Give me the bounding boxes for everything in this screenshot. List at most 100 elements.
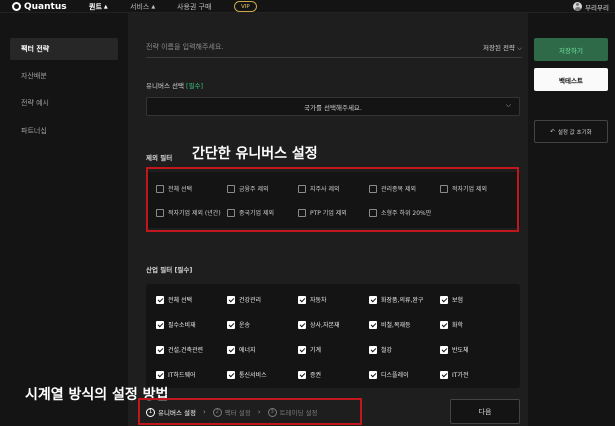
annotation-universe-caption: 간단한 유니버스 설정 bbox=[192, 146, 318, 162]
checkbox-industry-insurance[interactable]: 보험 bbox=[440, 295, 463, 304]
save-button[interactable]: 저장하기 bbox=[534, 38, 608, 61]
checkbox-label: 비철,목재등 bbox=[381, 322, 411, 329]
nav-menu-label: 퀀트 bbox=[89, 2, 102, 11]
checkbox-industry-semiconductor[interactable]: 반도체 bbox=[440, 345, 469, 354]
universe-label: 유니버스 선택 [필수] bbox=[146, 80, 203, 90]
checkbox-checked-icon bbox=[369, 370, 377, 379]
checkbox-checked-icon bbox=[227, 345, 235, 354]
checkbox-checked-icon bbox=[440, 370, 448, 379]
strategy-name-row: 전략 이름을 입력해주세요. 저장된 전략 ⌵ bbox=[146, 38, 522, 58]
checkbox-label: IT가전 bbox=[452, 372, 469, 379]
checkbox-label: IT하드웨어 bbox=[168, 372, 196, 379]
checkbox-label: 화장품,의류,완구 bbox=[381, 297, 424, 304]
checkbox-checked-icon bbox=[227, 370, 235, 379]
checkbox-industry-securities[interactable]: 증권 bbox=[298, 370, 321, 379]
checkbox-label: 통신서비스 bbox=[239, 372, 267, 379]
checkbox-label: 운송 bbox=[239, 322, 251, 329]
nav-menu-service[interactable]: 서비스 ▲ bbox=[130, 0, 155, 13]
sidebar: 팩터 전략 자산배분 전략 예시 파트너십 bbox=[0, 13, 128, 426]
checkbox-industry-chemical[interactable]: 화학 bbox=[440, 320, 463, 329]
user-avatar-icon bbox=[573, 2, 583, 11]
checkbox-label: 증권 bbox=[310, 372, 322, 379]
annotation-exclusion-highlight bbox=[146, 167, 519, 232]
checkbox-label: 반도체 bbox=[452, 347, 469, 354]
strategy-name-input[interactable]: 전략 이름을 입력해주세요. bbox=[146, 42, 224, 52]
reset-icon: ↶ bbox=[550, 128, 555, 135]
checkbox-industry-nonferrous[interactable]: 비철,목재등 bbox=[369, 320, 411, 329]
sidebar-item-asset-allocation[interactable]: 자산배분 bbox=[10, 65, 118, 87]
checkbox-checked-icon bbox=[369, 295, 377, 304]
checkbox-industry-it-hardware[interactable]: IT하드웨어 bbox=[156, 370, 196, 379]
checkbox-checked-icon bbox=[440, 345, 448, 354]
vip-badge[interactable]: VIP bbox=[234, 1, 257, 12]
caret-up-icon: ▲ bbox=[103, 3, 108, 10]
sidebar-item-factor-strategy[interactable]: 팩터 전략 bbox=[10, 38, 118, 60]
saved-strategy-label: 저장된 전략 bbox=[483, 44, 515, 52]
nav-menu-quant[interactable]: 퀀트 ▲ bbox=[89, 0, 108, 13]
exclusion-filter-title: 제외 필터 bbox=[146, 154, 173, 162]
backtest-button[interactable]: 백테스트 bbox=[534, 68, 608, 91]
checkbox-checked-icon bbox=[369, 345, 377, 354]
country-select-placeholder: 국가를 선택해주세요. bbox=[304, 103, 362, 112]
checkbox-industry-telecom[interactable]: 통신서비스 bbox=[227, 370, 267, 379]
checkbox-checked-icon bbox=[298, 320, 306, 329]
universe-label-text: 유니버스 선택 bbox=[146, 82, 184, 90]
nav-menu-label: 서비스 bbox=[130, 2, 150, 11]
checkbox-checked-icon bbox=[369, 320, 377, 329]
annotation-stepper-highlight bbox=[138, 398, 362, 425]
logo-text: Quantus bbox=[24, 1, 67, 12]
checkbox-checked-icon bbox=[227, 320, 235, 329]
checkbox-industry-steel[interactable]: 철강 bbox=[369, 345, 392, 354]
reset-label: 설정 값 초기화 bbox=[557, 129, 592, 136]
sidebar-item-partnership[interactable]: 파트너십 bbox=[10, 120, 118, 142]
checkbox-label: 디스플레이 bbox=[381, 372, 409, 379]
user-name: 부리부리 bbox=[585, 3, 609, 12]
checkbox-checked-icon bbox=[440, 295, 448, 304]
checkbox-label: 건설,건축관련 bbox=[168, 347, 204, 354]
user-menu[interactable]: 부리부리 bbox=[573, 0, 609, 13]
checkbox-industry-display[interactable]: 디스플레이 bbox=[369, 370, 409, 379]
checkbox-industry-trading[interactable]: 상사,자본재 bbox=[298, 320, 340, 329]
industry-filter-title: 산업 필터 [필수] bbox=[146, 266, 193, 274]
checkbox-industry-transport[interactable]: 운송 bbox=[227, 320, 250, 329]
country-select[interactable]: 국가를 선택해주세요. ⌵ bbox=[146, 97, 520, 116]
checkbox-checked-icon bbox=[156, 345, 164, 354]
chevron-down-icon: ⌵ bbox=[505, 101, 511, 109]
checkbox-checked-icon bbox=[298, 295, 306, 304]
saved-strategy-dropdown[interactable]: 저장된 전략 ⌵ bbox=[483, 42, 522, 53]
checkbox-industry-machinery[interactable]: 기계 bbox=[298, 345, 321, 354]
checkbox-industry-cosmetics[interactable]: 화장품,의류,완구 bbox=[369, 295, 423, 304]
checkbox-label: 기계 bbox=[310, 347, 322, 354]
checkbox-industry-staples[interactable]: 필수소비재 bbox=[156, 320, 196, 329]
logo[interactable]: Quantus bbox=[12, 0, 67, 13]
checkbox-label: 보험 bbox=[452, 297, 464, 304]
logo-icon bbox=[12, 2, 21, 11]
checkbox-checked-icon bbox=[298, 345, 306, 354]
nav-menu-label: 사용권 구매 bbox=[177, 2, 212, 11]
industry-filter-box: 전체 선택 건강관리 자동차 화장품,의류,완구 보험 필수소비재 운송 상사,… bbox=[146, 284, 520, 388]
checkbox-label: 전체 선택 bbox=[168, 297, 192, 304]
checkbox-label: 상사,자본재 bbox=[310, 322, 340, 329]
checkbox-industry-it-appliance[interactable]: IT가전 bbox=[440, 370, 468, 379]
checkbox-industry-auto[interactable]: 자동차 bbox=[298, 295, 327, 304]
nav-menu-license[interactable]: 사용권 구매 bbox=[177, 0, 211, 13]
checkbox-industry-healthcare[interactable]: 건강관리 bbox=[227, 295, 261, 304]
checkbox-label: 건강관리 bbox=[239, 297, 262, 304]
required-tag: [필수] bbox=[186, 82, 204, 90]
checkbox-industry-select-all[interactable]: 전체 선택 bbox=[156, 295, 192, 304]
next-button[interactable]: 다음 bbox=[450, 399, 520, 424]
checkbox-checked-icon bbox=[298, 370, 306, 379]
chevron-down-icon: ⌵ bbox=[517, 44, 522, 52]
checkbox-label: 철강 bbox=[381, 347, 393, 354]
checkbox-industry-construction[interactable]: 건설,건축관련 bbox=[156, 345, 203, 354]
reset-settings-button[interactable]: ↶ 설정 값 초기화 bbox=[534, 120, 608, 143]
checkbox-checked-icon bbox=[156, 295, 164, 304]
checkbox-label: 에너지 bbox=[239, 347, 256, 354]
checkbox-checked-icon bbox=[227, 295, 235, 304]
caret-up-icon: ▲ bbox=[151, 3, 156, 10]
checkbox-industry-energy[interactable]: 에너지 bbox=[227, 345, 256, 354]
checkbox-checked-icon bbox=[156, 320, 164, 329]
checkbox-label: 필수소비재 bbox=[168, 322, 196, 329]
checkbox-checked-icon bbox=[156, 370, 164, 379]
sidebar-item-strategy-examples[interactable]: 전략 예시 bbox=[10, 92, 118, 114]
